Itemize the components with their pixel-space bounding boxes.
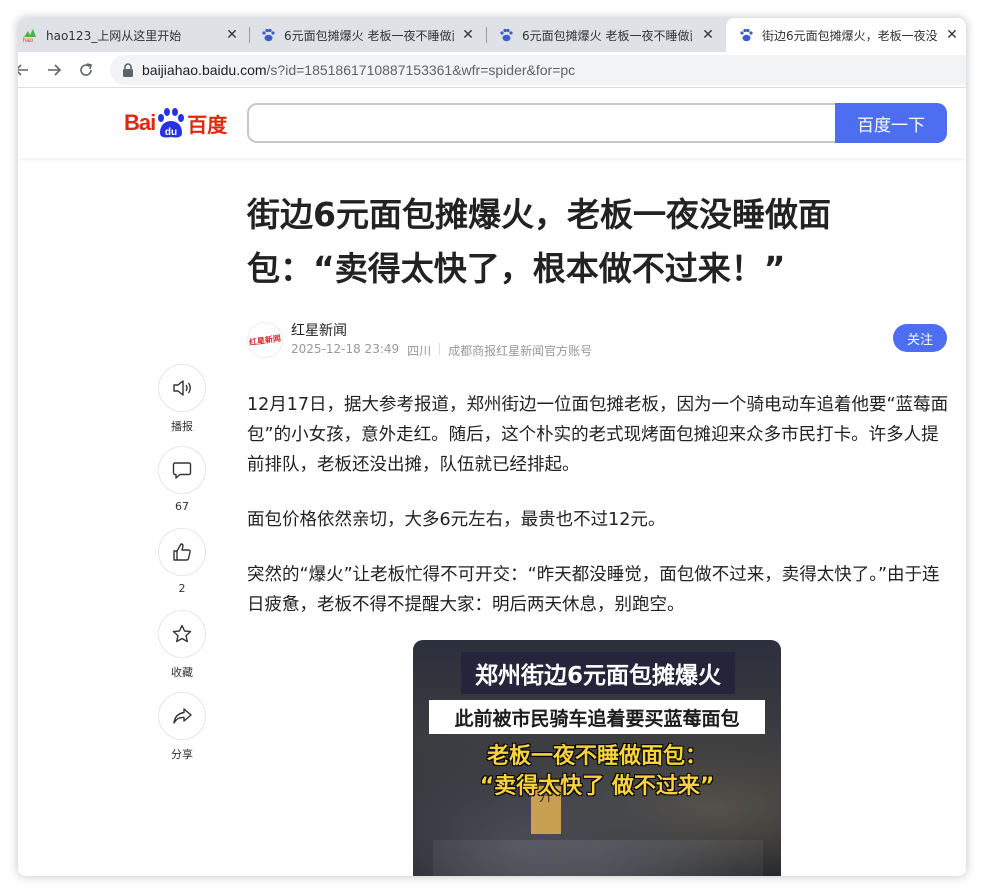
comment-count: 67 bbox=[175, 500, 189, 513]
share-action[interactable]: 分享 bbox=[157, 692, 207, 774]
like-button[interactable] bbox=[158, 528, 206, 576]
comment-action[interactable]: 67 bbox=[157, 446, 207, 528]
like-action[interactable]: 2 bbox=[157, 528, 207, 610]
video-caption-subline: 此前被市民骑车追着要买蓝莓面包 bbox=[429, 700, 765, 734]
url-path: /s?id=1851861710887153361&wfr=spider&for… bbox=[266, 62, 576, 78]
browser-toolbar: baijiahao.baidu.com/s?id=185186171088715… bbox=[18, 52, 966, 88]
article-body: 12月17日，据大参考报道，郑州街边一位面包摊老板，因为一个骑电动车追着他要“蓝… bbox=[247, 390, 953, 645]
baidu-logo[interactable]: Bai du 百度 bbox=[124, 105, 230, 141]
comment-icon bbox=[172, 462, 192, 479]
reload-button[interactable] bbox=[74, 58, 98, 82]
thumbs-up-icon bbox=[173, 543, 191, 561]
article-video[interactable]: 升 郑州街边6元面包摊爆火 此前被市民骑车追着要买蓝莓面包 老板一夜不睡做面包：… bbox=[413, 640, 781, 876]
tab-title: 街边6元面包摊爆火，老板一夜没 bbox=[762, 28, 938, 43]
logo-cn: 百度 bbox=[187, 112, 228, 137]
tab-title: hao123_上网从这里开始 bbox=[46, 28, 182, 43]
star-icon bbox=[172, 624, 192, 643]
baidu-paw-icon bbox=[738, 27, 754, 43]
share-label: 分享 bbox=[171, 748, 193, 761]
baidu-paw-icon: du bbox=[156, 107, 186, 139]
url-text: baijiahao.baidu.com/s?id=185186171088715… bbox=[142, 62, 575, 78]
hao123-icon: hao bbox=[22, 27, 38, 43]
forward-button[interactable] bbox=[42, 58, 66, 82]
close-icon[interactable]: ✕ bbox=[224, 27, 240, 43]
speaker-icon bbox=[173, 380, 191, 396]
browser-window: hao hao123_上网从这里开始 ✕ 6元面包摊爆火 老板一夜不睡做面 ✕ … bbox=[18, 18, 966, 876]
search-input[interactable] bbox=[247, 103, 837, 143]
share-icon bbox=[173, 708, 192, 724]
video-caption-headline: 郑州街边6元面包摊爆火 bbox=[461, 652, 735, 694]
publish-date: 2025-12-18 23:49 bbox=[291, 342, 400, 356]
close-icon[interactable]: ✕ bbox=[700, 27, 716, 43]
video-street-lights bbox=[433, 840, 763, 876]
tab-separator bbox=[486, 27, 487, 43]
broadcast-button[interactable] bbox=[158, 364, 206, 412]
logo-du: du bbox=[165, 127, 177, 138]
arrow-right-icon bbox=[48, 64, 62, 76]
article-title: 街边6元面包摊爆火，老板一夜没睡做面包：“卖得太快了，根本做不过来！” bbox=[247, 195, 831, 288]
tab-article-2[interactable]: 6元面包摊爆火 老板一夜不睡做面 ✕ bbox=[490, 18, 722, 52]
side-action-bar: 播报 67 2 收藏 分享 bbox=[157, 364, 207, 774]
address-bar[interactable]: baijiahao.baidu.com/s?id=185186171088715… bbox=[110, 55, 966, 85]
arrow-left-icon bbox=[18, 64, 28, 76]
article-page: 街边6元面包摊爆火，老板一夜没睡做面包：“卖得太快了，根本做不过来！” 红星新闻… bbox=[18, 158, 966, 876]
search-button[interactable]: 百度一下 bbox=[835, 103, 947, 143]
close-icon[interactable]: ✕ bbox=[944, 27, 960, 43]
reload-icon bbox=[80, 63, 92, 76]
tab-article-1[interactable]: 6元面包摊爆火 老板一夜不睡做面 ✕ bbox=[254, 18, 482, 52]
broadcast-label: 播报 bbox=[171, 420, 193, 433]
like-count: 2 bbox=[178, 582, 186, 595]
baidu-paw-icon bbox=[260, 27, 276, 43]
share-button[interactable] bbox=[158, 692, 206, 740]
avatar-text: 红星新闻 bbox=[248, 333, 282, 347]
author-name[interactable]: 红星新闻 bbox=[291, 320, 347, 340]
baidu-paw-icon bbox=[498, 27, 514, 43]
tab-title: 6元面包摊爆火 老板一夜不睡做面 bbox=[522, 28, 692, 43]
paragraph: 面包价格依然亲切，大多6元左右，最贵也不过12元。 bbox=[247, 510, 666, 530]
tab-separator bbox=[249, 27, 250, 43]
author-account: 成都商报红星新闻官方账号 bbox=[448, 344, 593, 358]
video-caption-quote-line2: “卖得太快了 做不过来” bbox=[479, 774, 715, 799]
meta-divider bbox=[439, 343, 441, 355]
publish-location: 四川 bbox=[407, 344, 432, 358]
follow-button[interactable]: 关注 bbox=[893, 324, 947, 352]
tab-bar: hao hao123_上网从这里开始 ✕ 6元面包摊爆火 老板一夜不睡做面 ✕ … bbox=[18, 18, 966, 52]
favorite-label: 收藏 bbox=[171, 666, 193, 679]
tab-article-active[interactable]: 街边6元面包摊爆火，老板一夜没 ✕ bbox=[726, 18, 966, 52]
tab-hao123[interactable]: hao hao123_上网从这里开始 ✕ bbox=[18, 18, 246, 52]
back-button[interactable] bbox=[18, 58, 34, 82]
author-meta: 2025-12-18 23:49 四川 成都商报红星新闻官方账号 bbox=[291, 342, 592, 359]
favorite-action[interactable]: 收藏 bbox=[157, 610, 207, 692]
comment-button[interactable] bbox=[158, 446, 206, 494]
favorite-button[interactable] bbox=[158, 610, 206, 658]
author-avatar[interactable]: 红星新闻 bbox=[247, 322, 283, 358]
paragraph: 突然的“爆火”让老板忙得不可开交：“昨天都没睡觉，面包做不过来，卖得太快了。”由… bbox=[247, 565, 940, 615]
close-icon[interactable]: ✕ bbox=[460, 27, 476, 43]
svg-text:hao: hao bbox=[23, 38, 34, 43]
url-host: baijiahao.baidu.com bbox=[142, 62, 267, 78]
paragraph: 12月17日，据大参考报道，郑州街边一位面包摊老板，因为一个骑电动车追着他要“蓝… bbox=[247, 395, 949, 475]
video-caption-quote-line1: 老板一夜不睡做面包： bbox=[486, 744, 707, 769]
video-caption-quote: 老板一夜不睡做面包： “卖得太快了 做不过来” bbox=[413, 742, 781, 802]
logo-latin: Bai bbox=[124, 110, 156, 135]
lock-icon bbox=[122, 63, 134, 77]
search-box: 百度一下 bbox=[247, 103, 947, 143]
tab-title: 6元面包摊爆火 老板一夜不睡做面 bbox=[284, 28, 454, 43]
broadcast-action[interactable]: 播报 bbox=[157, 364, 207, 446]
author-row: 红星新闻 红星新闻 2025-12-18 23:49 四川 成都商报红星新闻官方… bbox=[247, 318, 947, 362]
baidu-header: Bai du 百度 百度一下 bbox=[18, 88, 966, 158]
